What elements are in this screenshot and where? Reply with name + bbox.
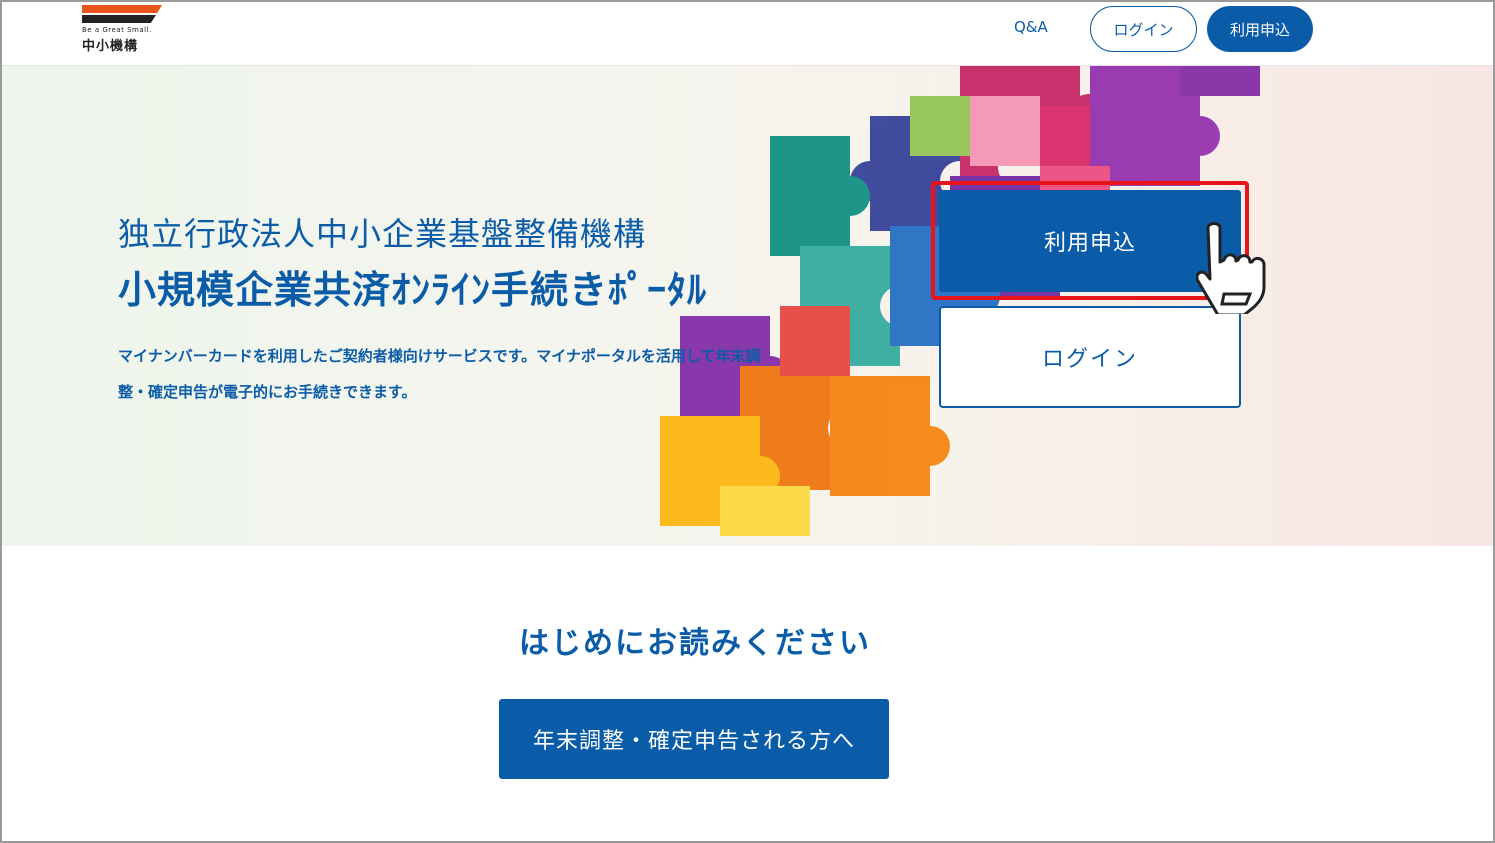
hero-subtitle: 独立行政法人中小企業基盤整備機構 [118,215,647,253]
smrj-logo[interactable]: Be a Great Small. 中小機構 [82,5,164,55]
logo-orange-stripe [82,5,162,13]
nav-apply-button[interactable]: 利用申込 [1207,6,1313,52]
intro-heading: はじめにお読みください [519,626,871,661]
hero-title: 小規模企業共済ｵﾝﾗｲﾝ手続きﾎﾟｰﾀﾙ [118,268,708,312]
pointing-hand-icon [1196,222,1266,314]
nav-login-button[interactable]: ログイン [1090,6,1197,52]
hero-section: 独立行政法人中小企業基盤整備機構 小規模企業共済ｵﾝﾗｲﾝ手続きﾎﾟｰﾀﾙ マイ… [0,66,1495,546]
logo-black-stripe [82,15,156,23]
logo-tagline: Be a Great Small. [82,26,152,34]
hero-login-button[interactable]: ログイン [939,306,1241,408]
site-header: Be a Great Small. 中小機構 Q&A ログイン 利用申込 [0,0,1495,66]
nav-qa-link[interactable]: Q&A [1014,18,1048,36]
year-end-tax-button[interactable]: 年末調整・確定申告される方へ [499,699,889,779]
logo-name: 中小機構 [82,39,139,54]
hero-description: マイナンバーカードを利用したご契約者様向けサービスです。マイナポータルを活用して… [118,347,761,401]
